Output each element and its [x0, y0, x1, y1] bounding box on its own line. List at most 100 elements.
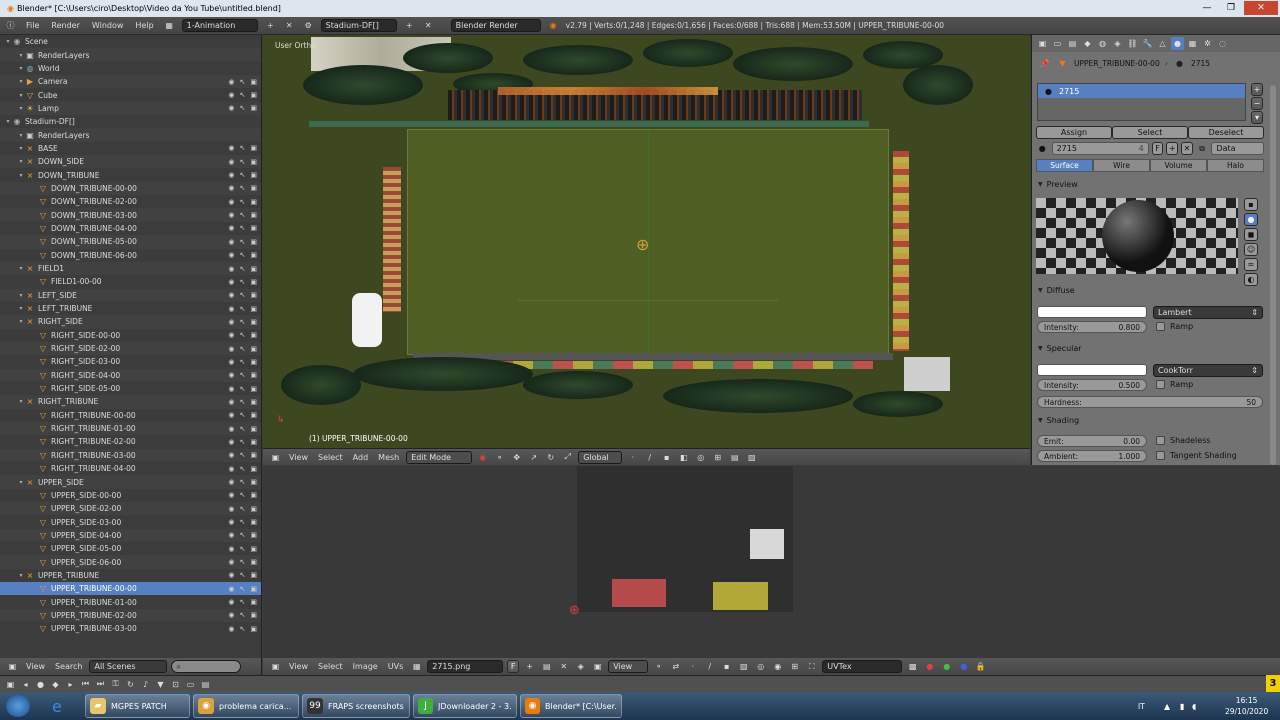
camera-render-icon[interactable]: ▣ — [250, 571, 257, 579]
cursor-select-icon[interactable]: ↖ — [240, 611, 246, 619]
eye-icon[interactable]: ◉ — [228, 291, 234, 299]
eye-icon[interactable]: ◉ — [228, 91, 234, 99]
outliner-row[interactable]: ▾ ⨯ LEFT_TRIBUNE ◉ ↖ ▣ — [0, 302, 261, 315]
camera-render-icon[interactable]: ▣ — [250, 491, 257, 499]
outliner-row[interactable]: ▾ ▣ RenderLayers — [0, 48, 261, 62]
lock-icon[interactable]: ⊡ — [169, 678, 182, 691]
filter-icon[interactable]: ▤ — [199, 678, 212, 691]
camera-render-icon[interactable]: ▣ — [250, 198, 257, 206]
assign-button[interactable]: Assign — [1036, 126, 1112, 139]
cursor-select-icon[interactable]: ↖ — [240, 438, 246, 446]
cursor-select-icon[interactable]: ↖ — [240, 305, 246, 313]
cursor-select-icon[interactable]: ↖ — [240, 398, 246, 406]
3d-cursor-icon[interactable]: ⊕ — [636, 235, 649, 254]
green-channel-icon[interactable]: ● — [940, 660, 953, 673]
expand-toggle-icon[interactable]: ▾ — [17, 292, 25, 299]
outliner-row[interactable]: ▾ ▣ RenderLayers — [0, 128, 261, 142]
camera-render-icon[interactable]: ▣ — [250, 211, 257, 219]
preview-hair-icon[interactable]: ≈ — [1244, 258, 1258, 271]
outliner-row[interactable]: ▽ UPPER_TRIBUNE-00-00 ◉ ↖ ▣ — [0, 582, 261, 596]
expand-toggle-icon[interactable]: ▾ — [17, 65, 25, 72]
camera-render-icon[interactable]: ▣ — [250, 531, 257, 539]
eye-icon[interactable]: ◉ — [228, 491, 234, 499]
menu-select[interactable]: Select — [315, 662, 346, 671]
outliner-row[interactable]: ▾ ◉ Stadium-DF[] — [0, 115, 261, 128]
eye-icon[interactable]: ◉ — [228, 318, 234, 326]
outliner-row[interactable]: ▾ ▶ Camera ◉ ↖ ▣ — [0, 75, 261, 89]
pin-icon[interactable]: ◈ — [574, 660, 587, 673]
expand-toggle-icon[interactable]: ▾ — [17, 132, 25, 139]
shading-section-header[interactable]: Shading — [1032, 413, 1280, 428]
outliner-row[interactable]: ▽ RIGHT_TRIBUNE-01-00 ◉ ↖ ▣ — [0, 421, 261, 436]
camera-render-icon[interactable]: ▣ — [250, 465, 257, 473]
uv-map-field[interactable]: UVTex — [822, 660, 903, 673]
menu-view[interactable]: View — [286, 662, 311, 671]
cursor-select-icon[interactable]: ↖ — [240, 545, 246, 553]
cursor-select-icon[interactable]: ↖ — [240, 385, 246, 393]
eye-icon[interactable]: ◉ — [228, 345, 234, 353]
info-editor-icon[interactable]: ⓘ — [4, 19, 17, 32]
eye-icon[interactable]: ◉ — [228, 531, 234, 539]
blue-channel-icon[interactable]: ● — [957, 660, 970, 673]
expand-toggle-icon[interactable]: ▾ — [17, 105, 25, 112]
tab-wire[interactable]: Wire — [1093, 159, 1150, 172]
start-button[interactable] — [6, 695, 30, 717]
outliner-row[interactable]: ▽ DOWN_TRIBUNE-02-00 ◉ ↖ ▣ — [0, 195, 261, 208]
camera-render-icon[interactable]: ▣ — [250, 451, 257, 459]
cursor-select-icon[interactable]: ↖ — [240, 571, 246, 579]
eye-icon[interactable]: ◉ — [228, 224, 234, 232]
open-image-icon[interactable]: ▤ — [540, 660, 553, 673]
outliner-row[interactable]: ▽ DOWN_TRIBUNE-00-00 ◉ ↖ ▣ — [0, 181, 261, 196]
cursor-select-icon[interactable]: ↖ — [240, 491, 246, 499]
cursor-select-icon[interactable]: ↖ — [240, 198, 246, 206]
snap-icon[interactable]: ⊞ — [711, 451, 724, 464]
add-scene-icon[interactable]: + — [403, 19, 416, 32]
cursor-select-icon[interactable]: ↖ — [240, 558, 246, 566]
vertex-select-icon[interactable]: · — [686, 660, 699, 673]
camera-render-icon[interactable]: ▣ — [250, 558, 257, 566]
world-tab-icon[interactable]: ◍ — [1096, 37, 1109, 50]
outliner-row[interactable]: ▽ UPPER_SIDE-02-00 ◉ ↖ ▣ — [0, 502, 261, 516]
expand-toggle-icon[interactable]: ▾ — [4, 118, 12, 125]
image-name-field[interactable]: 2715.png — [427, 660, 504, 673]
expand-toggle-icon[interactable]: ▾ — [17, 305, 25, 312]
expand-toggle-icon[interactable]: ▾ — [17, 92, 25, 99]
sync-icon[interactable]: ↻ — [124, 678, 137, 691]
2d-cursor-icon[interactable]: ⊕ — [569, 603, 580, 618]
eye-icon[interactable]: ◉ — [228, 411, 234, 419]
outliner-row[interactable]: ▽ DOWN_TRIBUNE-06-00 ◉ ↖ ▣ — [0, 249, 261, 262]
editor-type-icon[interactable]: ▣ — [4, 678, 17, 691]
cursor-select-icon[interactable]: ↖ — [240, 224, 246, 232]
tab-halo[interactable]: Halo — [1207, 159, 1264, 172]
outliner-row[interactable]: ▾ ▽ Cube ◉ ↖ ▣ — [0, 88, 261, 101]
paint-icon[interactable]: ▩ — [906, 660, 919, 673]
outliner-row[interactable]: ▽ DOWN_TRIBUNE-05-00 ◉ ↖ ▣ — [0, 235, 261, 249]
outliner-row[interactable]: ▽ RIGHT_SIDE-02-00 ◉ ↖ ▣ — [0, 341, 261, 356]
menu-add[interactable]: Add — [350, 453, 372, 462]
fake-user-button[interactable]: F — [1151, 142, 1164, 155]
preview-flat-icon[interactable]: ▪ — [1244, 198, 1258, 211]
cursor-select-icon[interactable]: ↖ — [240, 478, 246, 486]
editor-type-icon[interactable]: ▣ — [6, 660, 19, 673]
camera-render-icon[interactable]: ▣ — [250, 385, 257, 393]
image-browse-icon[interactable]: ▦ — [410, 660, 423, 673]
camera-render-icon[interactable]: ▣ — [250, 545, 257, 553]
expand-toggle-icon[interactable]: ▾ — [17, 572, 25, 579]
display-mode-select[interactable]: All Scenes — [89, 660, 168, 673]
physics-tab-icon[interactable]: ◌ — [1216, 37, 1229, 50]
camera-render-icon[interactable]: ▣ — [250, 171, 257, 179]
expand-toggle-icon[interactable]: ▾ — [17, 78, 25, 85]
material-slot-list[interactable]: ● 2715 — [1037, 83, 1246, 121]
diffuse-color-swatch[interactable] — [1037, 306, 1147, 318]
menu-render[interactable]: Render — [48, 21, 82, 30]
camera-render-icon[interactable]: ▣ — [250, 411, 257, 419]
outliner-row[interactable]: ▽ UPPER_SIDE-06-00 ◉ ↖ ▣ — [0, 555, 261, 569]
diffuse-ramp-toggle[interactable]: Ramp — [1156, 322, 1193, 331]
camera-render-icon[interactable]: ▣ — [250, 224, 257, 232]
proportional-icon[interactable]: ◉ — [771, 660, 784, 673]
camera-render-icon[interactable]: ▣ — [250, 585, 257, 593]
diffuse-ramp-checkbox[interactable] — [1156, 322, 1165, 331]
eye-icon[interactable]: ◉ — [228, 331, 234, 339]
ie-icon[interactable]: e — [52, 697, 62, 716]
cursor-select-icon[interactable]: ↖ — [240, 171, 246, 179]
